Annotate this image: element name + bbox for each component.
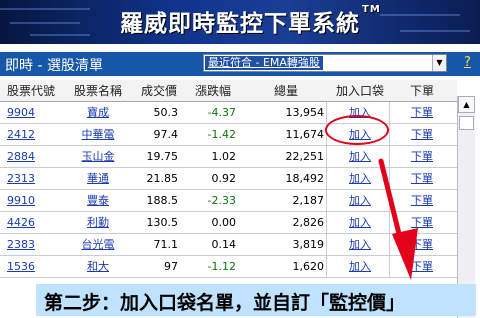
tutorial-caption: 第二步：加入口袋名單，並自訂「監控價」 (36, 284, 476, 316)
caption-text: 第二步：加入口袋名單，並自訂「監控價」 (44, 292, 406, 314)
annotation-arrow-icon (378, 158, 418, 280)
